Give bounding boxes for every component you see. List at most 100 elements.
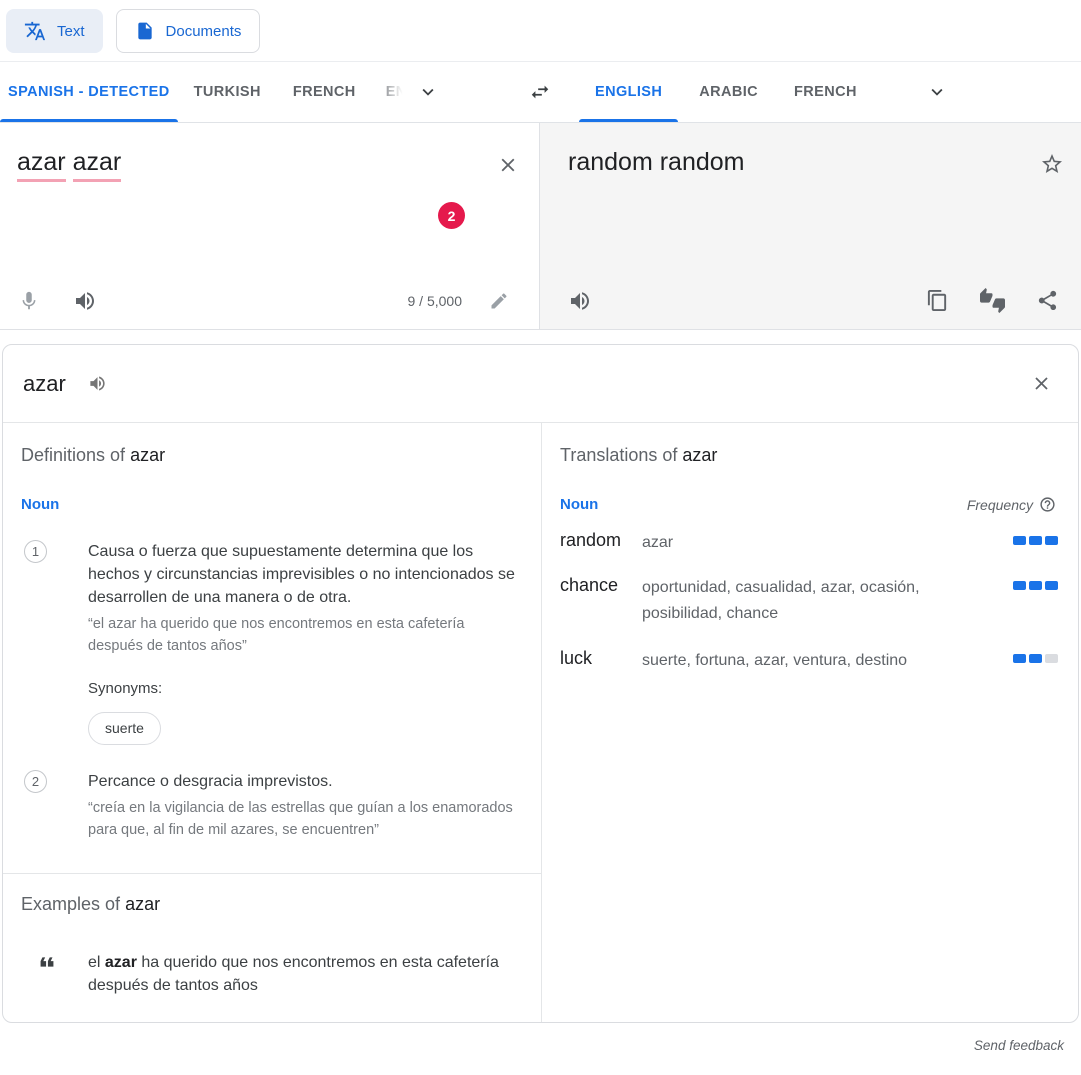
examples-title: Examples of azar [21, 894, 521, 915]
dictionary-header: azar [3, 345, 1078, 423]
dictionary-entries-badge[interactable]: 2 [438, 202, 465, 229]
source-word[interactable]: azar [17, 148, 66, 182]
panel-gap [0, 330, 1081, 344]
frequency-bars [1013, 536, 1058, 545]
synonyms-label: Synonyms: [88, 680, 521, 697]
frequency-label: Frequency [967, 496, 1056, 513]
rate-translation-button[interactable] [980, 288, 1005, 313]
definition-item: 1 Causa o fuerza que supuestamente deter… [21, 540, 521, 745]
source-tab-turkish[interactable]: TURKISH [178, 62, 277, 122]
target-tab-arabic[interactable]: ARABIC [683, 62, 774, 122]
close-icon [497, 154, 519, 176]
target-tab-french[interactable]: FRENCH [778, 62, 873, 122]
listen-headword-button[interactable] [88, 374, 107, 393]
listen-translation-button[interactable] [568, 289, 592, 313]
source-text-input[interactable]: azar azar [0, 123, 539, 177]
target-more-languages-button[interactable] [915, 62, 959, 122]
voice-input-button[interactable] [18, 290, 40, 312]
target-toolbar [540, 288, 1081, 313]
translations-header-row: Noun Frequency [560, 496, 1058, 513]
share-translation-button[interactable] [1036, 289, 1059, 312]
close-dictionary-button[interactable] [1031, 373, 1052, 394]
target-language-tabs: ENGLISH ARABIC FRENCH [516, 62, 1081, 122]
dictionary-body: Definitions of azar Noun 1 Causa o fuerz… [3, 423, 1078, 1022]
definition-text[interactable]: Percance o desgracia imprevistos. [88, 770, 521, 793]
synonym-chip[interactable]: suerte [88, 712, 161, 745]
reverse-translations: oportunidad, casualidad, azar, ocasión, … [642, 575, 1013, 627]
dictionary-headword: azar [23, 371, 66, 397]
source-language-tabs: SPANISH - DETECTED TURKISH FRENCH EN [0, 62, 516, 122]
translation-row[interactable]: luck suerte, fortuna, azar, ventura, des… [560, 648, 1058, 674]
translations-title: Translations of azar [560, 445, 1058, 466]
translation-word: luck [560, 648, 642, 669]
translate-icon [24, 20, 46, 42]
reverse-translations: azar [642, 530, 1013, 556]
translation-mode-bar: Text Documents [0, 0, 1081, 62]
share-icon [1036, 289, 1059, 312]
definitions-section: Definitions of azar Noun 1 Causa o fuerz… [3, 423, 541, 873]
reverse-translations: suerte, fortuna, azar, ventura, destino [642, 648, 1013, 674]
microphone-icon [18, 290, 40, 312]
target-actions [926, 288, 1059, 313]
documents-mode-label: Documents [166, 23, 242, 40]
definition-item: 2 Percance o desgracia imprevistos. “cre… [21, 770, 521, 841]
copy-translation-button[interactable] [926, 289, 949, 312]
source-tab-truncated[interactable]: EN [372, 62, 406, 122]
dictionary-panel: azar Definitions of azar Noun 1 [2, 344, 1079, 1023]
definition-text[interactable]: Causa o fuerza que supuestamente determi… [88, 540, 521, 609]
definitions-column: Definitions of azar Noun 1 Causa o fuerz… [3, 423, 542, 1022]
clear-source-text-button[interactable] [497, 154, 519, 176]
example-row: el azar ha querido que nos encontremos e… [21, 951, 521, 997]
translation-row[interactable]: random azar [560, 530, 1058, 556]
document-icon [135, 21, 155, 41]
example-sentence: el azar ha querido que nos encontremos e… [88, 951, 508, 997]
star-outline-icon [1040, 152, 1064, 176]
chevron-down-icon [417, 81, 439, 103]
text-mode-label: Text [57, 23, 85, 40]
frequency-bars [1013, 654, 1058, 663]
definitions-title: Definitions of azar [21, 445, 521, 466]
source-tab-spanish-detected[interactable]: SPANISH - DETECTED [0, 62, 178, 122]
target-panel: random random [540, 123, 1081, 329]
text-mode-button[interactable]: Text [6, 9, 103, 53]
send-feedback-link[interactable]: Send feedback [0, 1023, 1081, 1053]
swap-languages-button[interactable] [516, 62, 564, 122]
save-translation-button[interactable] [1040, 152, 1064, 176]
swap-arrows-icon [529, 81, 551, 103]
translations-column: Translations of azar Noun Frequency rand… [542, 423, 1078, 1022]
translation-row[interactable]: chance oportunidad, casualidad, azar, oc… [560, 575, 1058, 627]
frequency-bars [1013, 581, 1058, 590]
target-tab-english[interactable]: ENGLISH [579, 62, 678, 122]
speaker-icon [73, 289, 97, 313]
close-icon [1031, 373, 1052, 394]
character-counter: 9 / 5,000 [408, 293, 463, 309]
speaker-icon [88, 374, 107, 393]
translations-pos-label: Noun [560, 496, 598, 513]
speaker-icon [568, 289, 592, 313]
thumbs-up-down-icon [980, 288, 1005, 313]
source-word[interactable]: azar [73, 148, 122, 182]
edit-with-pen-button[interactable] [489, 291, 509, 311]
source-tab-french[interactable]: FRENCH [277, 62, 372, 122]
translation-word: chance [560, 575, 642, 596]
source-more-languages-button[interactable] [406, 62, 450, 122]
translate-panels: azar azar 2 9 / 5,000 [0, 123, 1081, 330]
definition-example: “el azar ha querido que nos encontremos … [88, 613, 521, 657]
translation-result-text: random random [540, 123, 1081, 177]
translation-word: random [560, 530, 642, 551]
chevron-down-icon [926, 81, 948, 103]
source-panel: azar azar 2 9 / 5,000 [0, 123, 540, 329]
listen-source-button[interactable] [73, 289, 97, 313]
copy-icon [926, 289, 949, 312]
examples-section: Examples of azar el azar ha querido que … [3, 873, 541, 1022]
definition-example: “creía en la vigilancia de las estrellas… [88, 797, 521, 841]
definitions-pos-label: Noun [21, 496, 521, 513]
quote-icon [36, 951, 58, 973]
source-toolbar: 9 / 5,000 [0, 289, 539, 313]
definition-number: 2 [24, 770, 47, 793]
documents-mode-button[interactable]: Documents [116, 9, 261, 53]
language-bar: SPANISH - DETECTED TURKISH FRENCH EN ENG… [0, 62, 1081, 123]
pencil-icon [489, 291, 509, 311]
help-circle-icon[interactable] [1039, 496, 1056, 513]
definition-number: 1 [24, 540, 47, 563]
